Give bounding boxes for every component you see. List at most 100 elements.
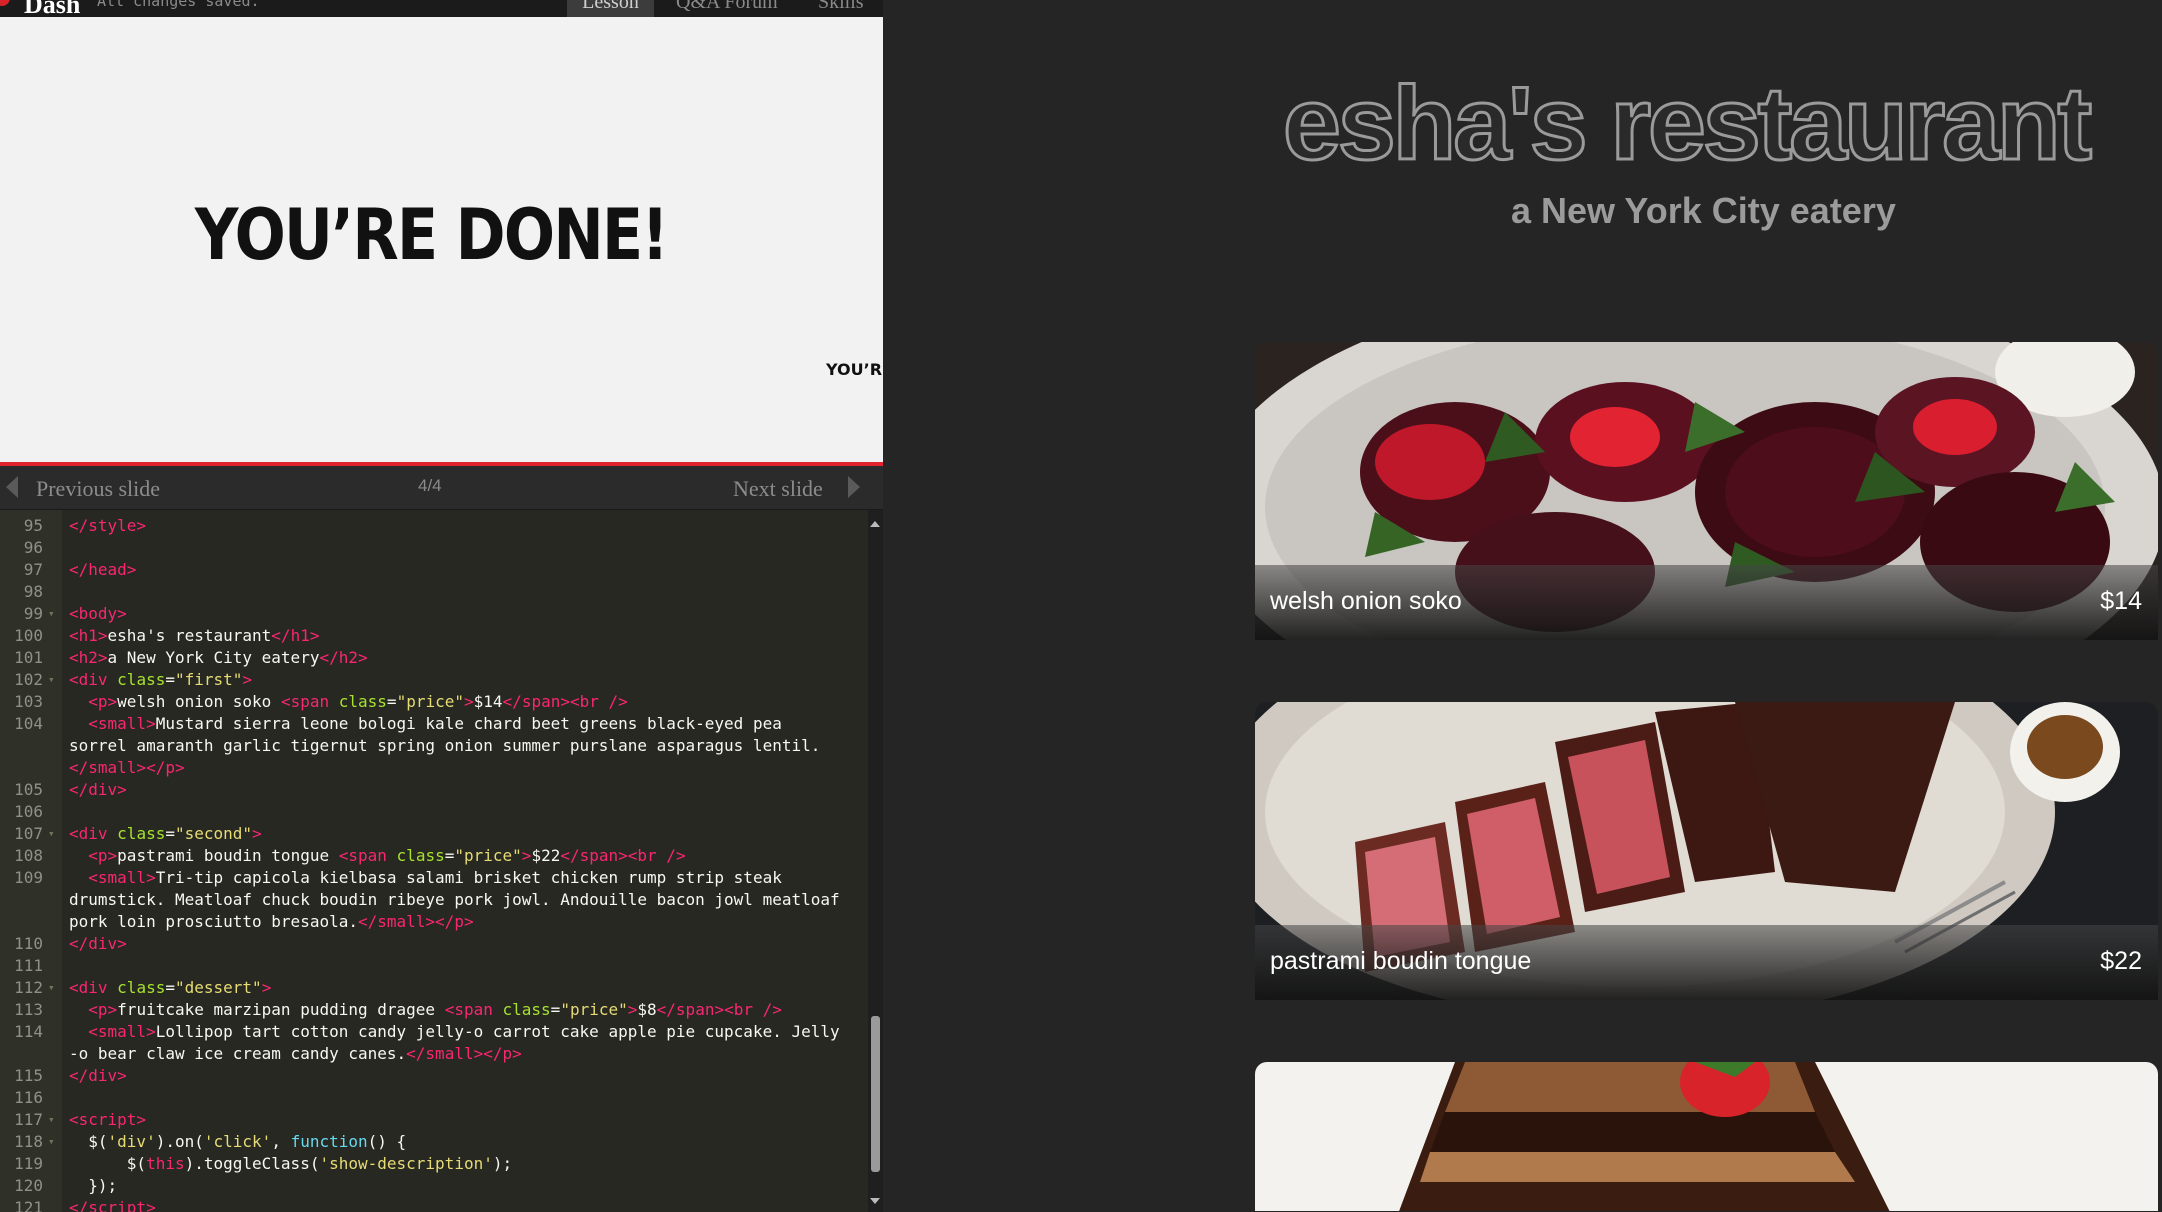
code-line[interactable]: 97 </head> [0, 559, 868, 581]
code-line[interactable]: 104 <small>Mustard sierra leone bologi k… [0, 713, 868, 735]
code-line[interactable]: 112 ▾ <div class="dessert"> [0, 977, 868, 999]
scroll-up-icon[interactable] [870, 521, 880, 527]
code-text[interactable]: </small></p> [69, 757, 185, 779]
code-line[interactable]: 96 [0, 537, 868, 559]
slide-counter: 4/4 [418, 476, 442, 495]
code-text[interactable]: $(this).toggleClass('show-description'); [69, 1153, 512, 1175]
code-line[interactable]: </small></p> [0, 757, 868, 779]
editor-scrollbar[interactable] [868, 510, 883, 1212]
code-text[interactable]: </div> [69, 779, 127, 801]
code-line[interactable]: 102 ▾ <div class="first"> [0, 669, 868, 691]
code-line[interactable]: 120 }); [0, 1175, 868, 1197]
code-line[interactable]: 119 $(this).toggleClass('show-descriptio… [0, 1153, 868, 1175]
code-text[interactable]: <p>pastrami boudin tongue <span class="p… [69, 845, 685, 867]
fold-arrow-icon[interactable]: ▾ [48, 977, 55, 999]
line-number: 108 [14, 846, 43, 865]
code-line[interactable]: sorrel amaranth garlic tigernut spring o… [0, 735, 868, 757]
code-text[interactable]: pork loin prosciutto bresaola.</small></… [69, 911, 474, 933]
code-line[interactable]: 109 <small>Tri-tip capicola kielbasa sal… [0, 867, 868, 889]
page-title: esha's restaurant [1281, 65, 2093, 184]
line-number: 118 [14, 1132, 43, 1151]
code-text[interactable]: </style> [69, 515, 146, 537]
code-text[interactable]: </head> [69, 559, 136, 581]
code-line[interactable]: 106 [0, 801, 868, 823]
code-text[interactable]: </div> [69, 933, 127, 955]
code-text[interactable]: <small>Mustard sierra leone bologi kale … [69, 713, 782, 735]
top-navigation-bar: Dash All changes saved. Lesson Q&A Forum… [0, 0, 883, 17]
code-text[interactable]: <div class="dessert"> [69, 977, 271, 999]
code-text[interactable]: $('div').on('click', function() { [69, 1131, 406, 1153]
fold-arrow-icon[interactable]: ▾ [48, 603, 55, 625]
code-text[interactable]: <div class="second"> [69, 823, 262, 845]
previous-slide-button[interactable]: Previous slide [36, 476, 160, 502]
code-line[interactable]: 105 </div> [0, 779, 868, 801]
code-line[interactable]: 117 ▾ <script> [0, 1109, 868, 1131]
menu-item-second[interactable]: pastrami boudin tongue $22 [1255, 702, 2158, 1000]
menu-item-first[interactable]: welsh onion soko $14 [1255, 342, 2158, 640]
tab-skills[interactable]: Skills [806, 0, 876, 17]
next-slide-button[interactable]: Next slide [733, 476, 823, 502]
preview-pane: esha's restaurant a New York City eatery [883, 0, 2162, 1211]
code-line[interactable]: 114 <small>Lollipop tart cotton candy je… [0, 1021, 868, 1043]
fold-arrow-icon[interactable]: ▾ [48, 669, 55, 691]
line-number: 95 [23, 516, 43, 535]
code-text[interactable]: }); [69, 1175, 117, 1197]
line-number: 112 [14, 978, 43, 997]
code-line[interactable]: 107 ▾ <div class="second"> [0, 823, 868, 845]
code-text[interactable]: </div> [69, 1065, 127, 1087]
previous-arrow-icon[interactable] [6, 476, 18, 498]
next-arrow-icon[interactable] [848, 476, 860, 498]
code-text[interactable]: <p>welsh onion soko <span class="price">… [69, 691, 628, 713]
code-line[interactable]: pork loin prosciutto bresaola.</small></… [0, 911, 868, 933]
code-line[interactable]: drumstick. Meatloaf chuck boudin ribeye … [0, 889, 868, 911]
code-text[interactable]: <body> [69, 603, 127, 625]
code-line[interactable]: 118 ▾ $('div').on('click', function() { [0, 1131, 868, 1153]
next-slide-peek: YOU’RE [826, 360, 883, 379]
code-line[interactable]: 99 ▾ <body> [0, 603, 868, 625]
line-number: 114 [14, 1022, 43, 1041]
code-text[interactable]: -o bear claw ice cream candy canes.</sma… [69, 1043, 522, 1065]
code-line[interactable]: 113 <p>fruitcake marzipan pudding dragee… [0, 999, 868, 1021]
line-number: 109 [14, 868, 43, 887]
code-line[interactable]: 115 </div> [0, 1065, 868, 1087]
line-number: 121 [14, 1198, 43, 1212]
code-line[interactable]: 95 </style> [0, 515, 868, 537]
code-line[interactable]: -o bear claw ice cream candy canes.</sma… [0, 1043, 868, 1065]
line-number: 116 [14, 1088, 43, 1107]
menu-item-dessert[interactable] [1255, 1062, 2158, 1211]
brand-name[interactable]: Dash [24, 0, 80, 17]
fold-arrow-icon[interactable]: ▾ [48, 823, 55, 845]
code-line[interactable]: 100 <h1>esha's restaurant</h1> [0, 625, 868, 647]
code-text[interactable]: <h1>esha's restaurant</h1> [69, 625, 319, 647]
code-text[interactable]: sorrel amaranth garlic tigernut spring o… [69, 735, 820, 757]
code-line[interactable]: 101 <h2>a New York City eatery</h2> [0, 647, 868, 669]
code-text[interactable]: <small>Lollipop tart cotton candy jelly-… [69, 1021, 839, 1043]
code-lines[interactable]: 95 </style> 96 97 </head> 98 99 ▾ <body> 100 <h1>e… [0, 515, 868, 1212]
code-text[interactable]: </script> [69, 1197, 156, 1212]
line-number: 96 [23, 538, 43, 557]
chocolate-cake-photo [1255, 1062, 2158, 1211]
code-text[interactable]: <p>fruitcake marzipan pudding dragee <sp… [69, 999, 782, 1021]
code-text[interactable]: <div class="first"> [69, 669, 252, 691]
scroll-down-icon[interactable] [870, 1198, 880, 1204]
code-line[interactable]: 111 [0, 955, 868, 977]
code-text[interactable]: drumstick. Meatloaf chuck boudin ribeye … [69, 889, 840, 911]
code-line[interactable]: 116 [0, 1087, 868, 1109]
code-line[interactable]: 121 </script> [0, 1197, 868, 1212]
tab-lesson[interactable]: Lesson [567, 0, 654, 17]
code-text[interactable]: <small>Tri-tip capicola kielbasa salami … [69, 867, 782, 889]
fold-arrow-icon[interactable]: ▾ [48, 1131, 55, 1153]
code-text[interactable]: <h2>a New York City eatery</h2> [69, 647, 368, 669]
lesson-slide: YOU’RE DONE! YOU’RE [0, 17, 883, 463]
line-number: 120 [14, 1176, 43, 1195]
code-text[interactable]: <script> [69, 1109, 146, 1131]
scroll-thumb[interactable] [871, 1016, 880, 1172]
dash-logo-icon[interactable] [0, 0, 10, 6]
tab-qa-forum[interactable]: Q&A Forum [664, 0, 790, 17]
code-editor[interactable]: 95 </style> 96 97 </head> 98 99 ▾ <body> 100 <h1>e… [0, 509, 883, 1212]
code-line[interactable]: 103 <p>welsh onion soko <span class="pri… [0, 691, 868, 713]
code-line[interactable]: 98 [0, 581, 868, 603]
fold-arrow-icon[interactable]: ▾ [48, 1109, 55, 1131]
code-line[interactable]: 108 <p>pastrami boudin tongue <span clas… [0, 845, 868, 867]
code-line[interactable]: 110 </div> [0, 933, 868, 955]
